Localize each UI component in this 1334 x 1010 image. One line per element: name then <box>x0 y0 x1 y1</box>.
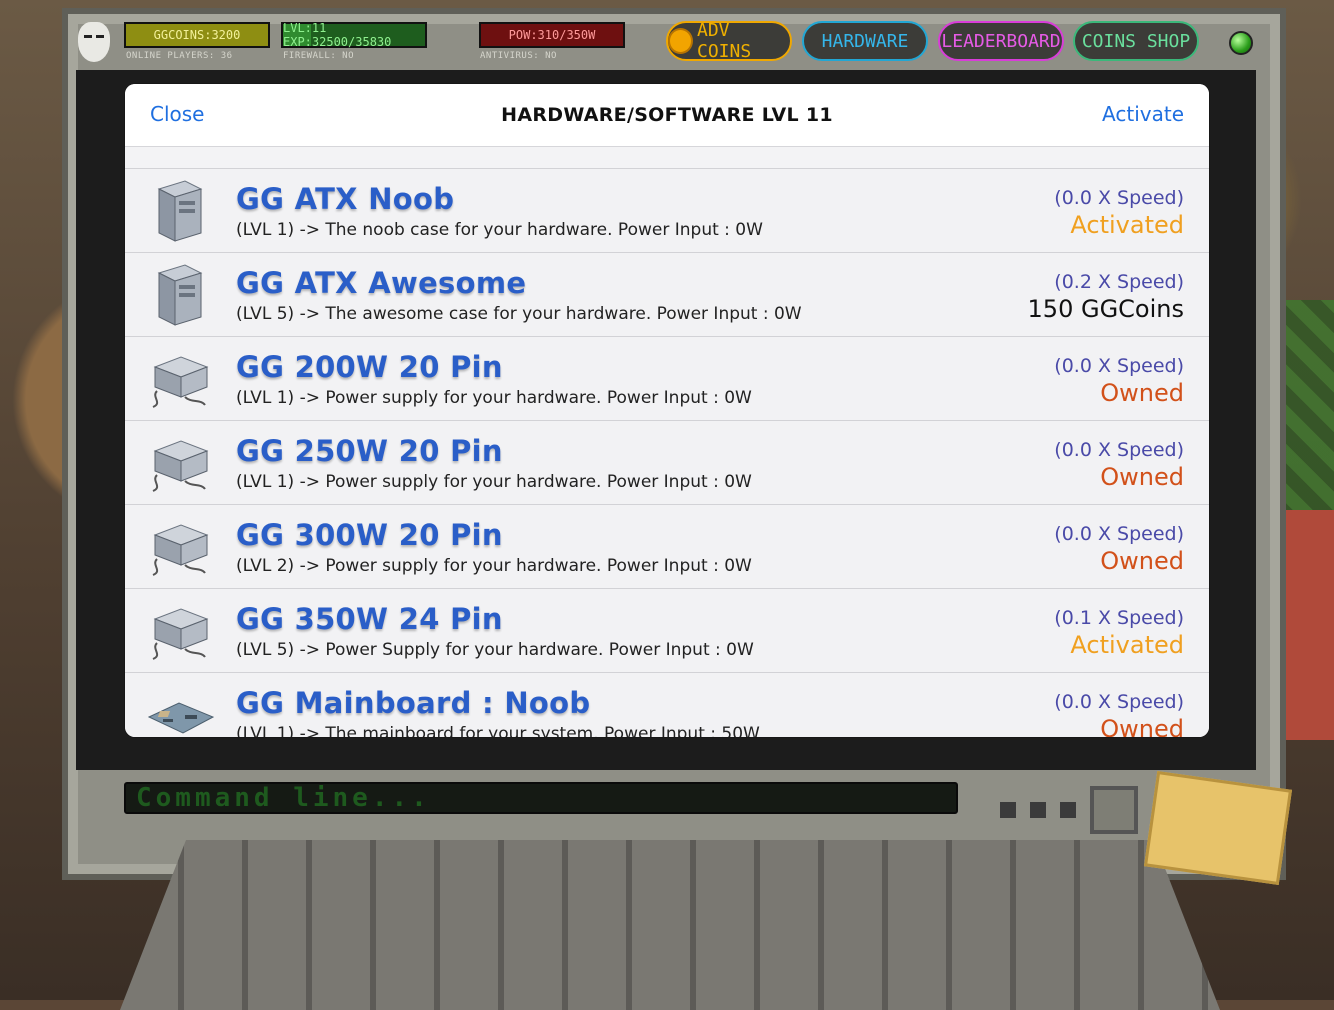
list-item[interactable]: GG 300W 20 Pin (LVL 2) -> Power supply f… <box>125 505 1209 589</box>
item-name: GG ATX Awesome <box>236 266 527 300</box>
item-name: GG 350W 24 Pin <box>236 602 503 636</box>
item-status[interactable]: Owned <box>1100 463 1184 491</box>
item-description: (LVL 1) -> Power supply for your hardwar… <box>236 388 752 408</box>
firewall-status-text: FIREWALL: NO <box>283 51 355 61</box>
coins-text: GGCOINS:3200 <box>153 28 241 42</box>
leaderboard-label: LEADERBOARD <box>941 30 1061 52</box>
item-status[interactable]: Owned <box>1100 379 1184 407</box>
item-description: (LVL 1) -> Power supply for your hardwar… <box>236 472 752 492</box>
sticky-note <box>1143 771 1293 885</box>
item-description: (LVL 1) -> The mainboard for your system… <box>236 724 760 737</box>
modal-header: Close HARDWARE/SOFTWARE LVL 11 Activate <box>125 84 1209 147</box>
item-name: GG 300W 20 Pin <box>236 518 503 552</box>
level-text: LVL:11 EXP:32500/35830 <box>283 21 392 49</box>
power-supply-icon <box>152 524 209 576</box>
adv-coins-label: ADV COINS <box>696 20 752 62</box>
item-description: (LVL 5) -> Power Supply for your hardwar… <box>236 640 754 660</box>
list-item[interactable]: GG 350W 24 Pin (LVL 5) -> Power Supply f… <box>125 589 1209 673</box>
item-speed: (0.2 X Speed) <box>1054 271 1184 293</box>
monitor-controls <box>1000 786 1140 834</box>
command-line-placeholder: Command line... <box>136 783 431 813</box>
anonymous-mask-icon <box>78 22 110 62</box>
hardware-modal: Close HARDWARE/SOFTWARE LVL 11 Activate … <box>125 84 1209 737</box>
item-name: GG ATX Noob <box>236 182 455 216</box>
item-status[interactable]: Owned <box>1100 715 1184 737</box>
leaderboard-button[interactable]: LEADERBOARD <box>938 21 1064 61</box>
item-name: GG Mainboard : Noob <box>236 686 591 720</box>
item-speed: (0.1 X Speed) <box>1054 607 1184 629</box>
command-line-input[interactable]: Command line... <box>124 782 958 814</box>
list-item[interactable]: GG 200W 20 Pin (LVL 1) -> Power supply f… <box>125 337 1209 421</box>
power-knob <box>1090 786 1138 834</box>
antivirus-status-text: ANTIVIRUS: NO <box>480 51 557 61</box>
item-speed: (0.0 X Speed) <box>1054 187 1184 209</box>
coins-counter: GGCOINS:3200 <box>124 22 270 48</box>
item-description: (LVL 1) -> The noob case for your hardwa… <box>236 220 763 240</box>
modal-title: HARDWARE/SOFTWARE LVL 11 <box>501 104 833 126</box>
list-item[interactable]: GG Mainboard : Noob (LVL 1) -> The mainb… <box>125 673 1209 737</box>
status-led-icon <box>1229 31 1253 55</box>
keyboard <box>120 840 1220 1010</box>
item-speed: (0.0 X Speed) <box>1054 439 1184 461</box>
hardware-list: GG ATX Noob (LVL 1) -> The noob case for… <box>125 168 1209 737</box>
item-description: (LVL 2) -> Power supply for your hardwar… <box>236 556 752 576</box>
item-speed: (0.0 X Speed) <box>1054 691 1184 713</box>
list-item[interactable]: GG ATX Noob (LVL 1) -> The noob case for… <box>125 168 1209 253</box>
activate-button[interactable]: Activate <box>1102 102 1184 126</box>
online-players-text: ONLINE PLAYERS: 36 <box>126 51 233 61</box>
item-status[interactable]: Activated <box>1070 211 1184 239</box>
power-supply-icon <box>152 440 209 492</box>
top-hud: GGCOINS:3200 ONLINE PLAYERS: 36 LVL:11 E… <box>0 0 1334 70</box>
item-speed: (0.0 X Speed) <box>1054 523 1184 545</box>
item-speed: (0.0 X Speed) <box>1054 355 1184 377</box>
monitor-button <box>1060 802 1076 818</box>
item-status[interactable]: Owned <box>1100 547 1184 575</box>
adv-coins-button[interactable]: ADV COINS <box>666 20 792 62</box>
hardware-button[interactable]: HARDWARE <box>802 21 928 61</box>
coins-shop-label: COINS SHOP <box>1081 30 1191 52</box>
coin-icon <box>668 28 693 54</box>
item-name: GG 200W 20 Pin <box>236 350 503 384</box>
item-price[interactable]: 150 GGCoins <box>1028 295 1184 323</box>
power-supply-icon <box>152 608 209 660</box>
item-name: GG 250W 20 Pin <box>236 434 503 468</box>
power-counter: POW:310/350W <box>479 22 625 48</box>
monitor-button <box>1030 802 1046 818</box>
power-text: POW:310/350W <box>508 28 596 42</box>
close-button[interactable]: Close <box>150 102 204 126</box>
power-supply-icon <box>152 356 209 408</box>
level-bar: LVL:11 EXP:32500/35830 <box>281 21 427 49</box>
item-description: (LVL 5) -> The awesome case for your har… <box>236 304 802 324</box>
mainboard-icon <box>147 702 215 734</box>
item-status[interactable]: Activated <box>1070 631 1184 659</box>
pc-case-icon <box>157 264 203 326</box>
hardware-label: HARDWARE <box>821 30 909 52</box>
pc-case-icon <box>157 180 203 242</box>
coins-shop-button[interactable]: COINS SHOP <box>1073 21 1199 61</box>
list-item[interactable]: GG 250W 20 Pin (LVL 1) -> Power supply f… <box>125 421 1209 505</box>
list-item[interactable]: GG ATX Awesome (LVL 5) -> The awesome ca… <box>125 253 1209 337</box>
monitor-button <box>1000 802 1016 818</box>
